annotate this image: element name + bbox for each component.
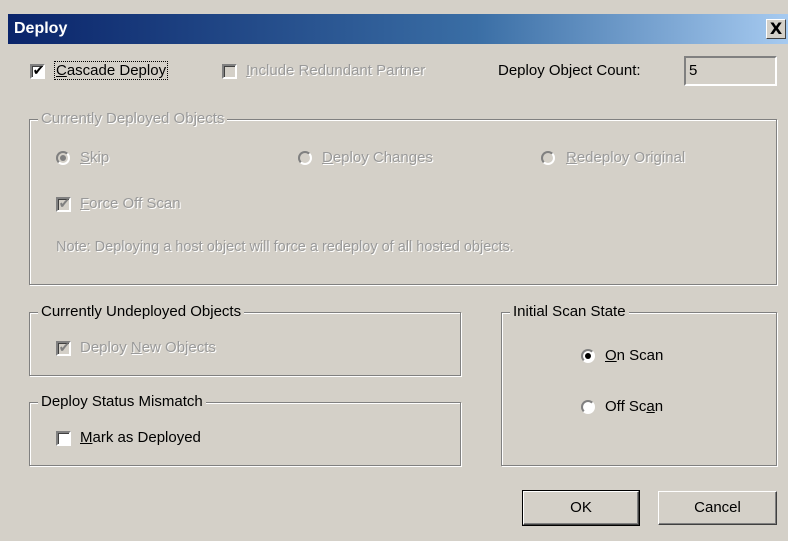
- checkmark-icon: ✔: [32, 63, 45, 79]
- currently-deployed-objects-title: Currently Deployed Objects: [38, 109, 228, 129]
- redeploy-original-radio[interactable]: [541, 151, 555, 165]
- checkmark-icon: ✔: [58, 340, 71, 356]
- title-bar: Deploy X: [8, 14, 788, 44]
- checkmark-icon: ✔: [58, 196, 71, 212]
- window-title: Deploy: [14, 20, 68, 37]
- skip-label: Skip: [80, 149, 110, 166]
- skip-radio[interactable]: [56, 151, 70, 165]
- radio-dot-icon: [585, 353, 591, 359]
- off-scan-label[interactable]: Off Scan: [605, 398, 663, 416]
- cascade-deploy-checkbox[interactable]: ✔: [30, 63, 45, 79]
- mark-as-deployed-label[interactable]: Mark as Deployed: [80, 429, 201, 447]
- deploy-new-objects-label: Deploy New Objects: [80, 339, 216, 356]
- deploy-object-count-field[interactable]: 5: [684, 56, 777, 86]
- deploy-changes-label: Deploy Changes: [322, 149, 433, 166]
- force-off-scan-checkbox[interactable]: ✔: [56, 196, 71, 212]
- deploy-new-objects-checkbox[interactable]: ✔: [56, 340, 71, 356]
- on-scan-radio[interactable]: [581, 349, 595, 363]
- deploy-object-count-label: Deploy Object Count:: [498, 62, 641, 79]
- ok-button[interactable]: OK: [522, 490, 640, 526]
- cascade-deploy-label[interactable]: Cascade Deploy: [54, 61, 169, 80]
- mark-as-deployed-checkbox[interactable]: [56, 431, 71, 446]
- cancel-button[interactable]: Cancel: [658, 491, 777, 525]
- include-redundant-partner-label: Include Redundant Partner: [246, 62, 426, 79]
- on-scan-label[interactable]: On Scan: [605, 347, 663, 365]
- initial-scan-state-group: Initial Scan State: [501, 302, 777, 466]
- deploy-status-mismatch-title: Deploy Status Mismatch: [38, 392, 206, 412]
- deploy-changes-radio[interactable]: [298, 151, 312, 165]
- redeploy-original-label: Redeploy Original: [566, 149, 686, 166]
- off-scan-radio[interactable]: [581, 400, 595, 414]
- close-button[interactable]: X: [766, 19, 786, 39]
- radio-dot-icon: [60, 155, 66, 161]
- initial-scan-state-title: Initial Scan State: [510, 302, 629, 322]
- host-object-note: Note: Deploying a host object will force…: [56, 239, 514, 255]
- close-icon: X: [769, 19, 783, 38]
- currently-undeployed-objects-title: Currently Undeployed Objects: [38, 302, 245, 322]
- force-off-scan-label: Force Off Scan: [80, 195, 181, 212]
- include-redundant-partner-checkbox[interactable]: [222, 64, 237, 79]
